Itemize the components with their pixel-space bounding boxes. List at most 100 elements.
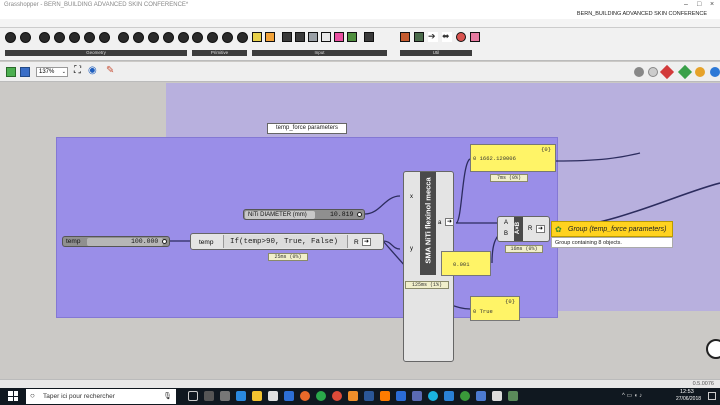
firefox-icon[interactable]: [300, 391, 310, 401]
windows-start-icon[interactable]: [8, 391, 18, 401]
zoom-select[interactable]: 137% ⌄: [36, 67, 68, 77]
multiply-profiler: 16ms (0%): [505, 245, 543, 253]
panel-force-output[interactable]: {0} 0 1662.120006: [470, 144, 556, 172]
app-icon-3[interactable]: [412, 391, 422, 401]
search-icon: ○: [30, 391, 35, 400]
globe-icon[interactable]: [710, 67, 720, 77]
app-icon-6[interactable]: [476, 391, 486, 401]
timer-icon[interactable]: [470, 32, 480, 42]
task-view-icon[interactable]: [188, 391, 198, 401]
plane-param-icon[interactable]: [99, 32, 110, 43]
image-icon[interactable]: [265, 32, 275, 42]
sketch-icon[interactable]: ✎: [106, 66, 114, 76]
point-param-icon[interactable]: [5, 32, 16, 43]
cluster-icon[interactable]: [400, 32, 410, 42]
diameter-slider-value: 10.819: [330, 211, 354, 218]
curve-param-icon[interactable]: [69, 32, 80, 43]
integer-param-icon[interactable]: [207, 32, 218, 43]
calculator-icon[interactable]: [492, 391, 502, 401]
preview-selected-icon[interactable]: [659, 64, 675, 80]
store-icon[interactable]: [268, 391, 278, 401]
vector-param-icon[interactable]: [20, 32, 31, 43]
mesh-param-icon[interactable]: [148, 32, 159, 43]
clock-date: 27/06/2018: [676, 396, 702, 402]
grasshopper-icon[interactable]: [508, 391, 518, 401]
notifications-icon[interactable]: [708, 392, 716, 400]
number-param-icon[interactable]: [222, 32, 233, 43]
expression-component[interactable]: temp If(temp>90, True, False) R ➜: [190, 233, 384, 250]
panel1-value: 0 1662.120006: [473, 155, 516, 162]
panel1-profiler: 7ms (0%): [490, 174, 528, 182]
preview-off-icon[interactable]: [648, 67, 658, 77]
sma-output-arrow-icon[interactable]: ➜: [445, 218, 454, 226]
relay-icon[interactable]: ⬌: [442, 32, 452, 42]
status-value: 0.5.0076: [692, 381, 714, 387]
button-icon[interactable]: [295, 32, 305, 42]
diameter-slider[interactable]: NiTi DIAMETER (mm) 10.819: [243, 209, 365, 220]
circle-param-icon[interactable]: [39, 32, 50, 43]
word-icon[interactable]: [364, 391, 374, 401]
panel-boolean-output[interactable]: {0} 0 True: [470, 296, 520, 321]
vlc-icon[interactable]: [348, 391, 358, 401]
jump-icon[interactable]: ➔: [428, 32, 438, 42]
slider-icon[interactable]: [308, 32, 318, 42]
multiply-input-b: B: [504, 231, 509, 237]
tooltip-subtitle: Group containing 8 objects.: [555, 240, 622, 246]
expression-output-arrow-icon[interactable]: ➜: [362, 238, 371, 246]
boolean-param-icon[interactable]: [192, 32, 203, 43]
app-icon-2[interactable]: [220, 391, 230, 401]
toggle-icon[interactable]: [282, 32, 292, 42]
line-param-icon[interactable]: [84, 32, 95, 43]
save-file-icon[interactable]: [20, 67, 30, 77]
file-explorer-icon[interactable]: [252, 391, 262, 401]
panel-constant[interactable]: 0.001: [441, 251, 491, 276]
surface-param-icon[interactable]: [133, 32, 144, 43]
ribbon: Geometry Primitive Input ➔ ⬌ Util: [0, 28, 720, 61]
wire-a-to-panel1: [455, 158, 471, 224]
galapagos-icon[interactable]: [456, 32, 466, 42]
illustrator-icon[interactable]: [380, 391, 390, 401]
display-settings-icon[interactable]: [695, 67, 705, 77]
text-param-icon[interactable]: [237, 32, 248, 43]
expression-input-temp: temp: [199, 239, 214, 246]
multiply-output-arrow-icon[interactable]: ➜: [536, 225, 545, 233]
canvas[interactable]: temp_force parameters temp 100.000 temp …: [0, 83, 720, 379]
panel-icon[interactable]: [252, 32, 262, 42]
multiply-component[interactable]: A B A×B R ➜: [497, 216, 550, 242]
brep-param-icon[interactable]: [118, 32, 129, 43]
maximize-icon[interactable]: □: [697, 1, 701, 8]
close-icon[interactable]: ×: [710, 1, 714, 8]
minimize-icon[interactable]: –: [684, 1, 688, 8]
fitness-icon[interactable]: [414, 32, 424, 42]
mail-icon[interactable]: [284, 391, 294, 401]
chrome-icon[interactable]: [332, 391, 342, 401]
skype-icon[interactable]: [428, 391, 438, 401]
arc-param-icon[interactable]: [54, 32, 65, 43]
temp-output-grip[interactable]: [162, 239, 167, 244]
windows-taskbar: ○ Taper ici pour rechercher 🎙 ^ ▭ ◖ ♪ 12…: [0, 388, 720, 405]
list-icon[interactable]: [321, 32, 331, 42]
open-file-icon[interactable]: [6, 67, 16, 77]
preview-mode-icon[interactable]: [634, 67, 644, 77]
app-icon-5[interactable]: [460, 391, 470, 401]
geometry-param-icon[interactable]: [178, 32, 189, 43]
preview-icon[interactable]: ◉: [88, 66, 97, 76]
taskbar-search[interactable]: ○ Taper ici pour rechercher 🎙: [26, 389, 176, 404]
box-param-icon[interactable]: [163, 32, 174, 43]
graph-icon[interactable]: [347, 32, 357, 42]
photoshop-icon[interactable]: [396, 391, 406, 401]
microphone-icon[interactable]: 🎙: [163, 392, 172, 400]
partial-component[interactable]: [706, 339, 720, 359]
calendar-icon[interactable]: [364, 32, 374, 42]
gradient-icon[interactable]: [334, 32, 344, 42]
diameter-output-grip[interactable]: [357, 212, 362, 217]
clock-time: 12:53: [680, 389, 694, 395]
preview-mesh-icon[interactable]: [677, 64, 693, 80]
zoom-extents-icon[interactable]: ⛶: [74, 66, 81, 76]
app-icon-1[interactable]: [204, 391, 214, 401]
app-icon-4[interactable]: [444, 391, 454, 401]
tray-icons[interactable]: ^ ▭ ◖ ♪: [622, 392, 642, 399]
temp-slider[interactable]: temp 100.000: [62, 236, 170, 247]
app-icon-green[interactable]: [316, 391, 326, 401]
edge-icon[interactable]: [236, 391, 246, 401]
